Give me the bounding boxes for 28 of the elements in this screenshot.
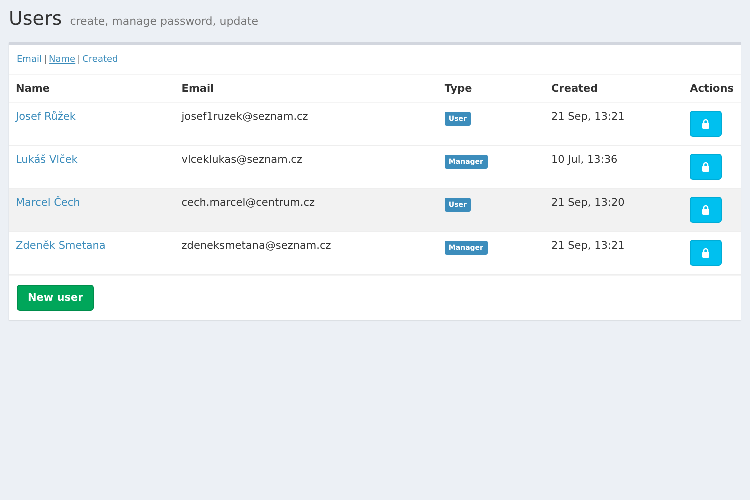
separator: | xyxy=(78,55,81,65)
user-name-link[interactable]: Marcel Čech xyxy=(16,197,80,209)
separator: | xyxy=(44,55,48,65)
created-cell: 21 Sep, 13:21 xyxy=(544,232,684,274)
sort-link[interactable]: Created xyxy=(82,55,118,65)
lock-icon xyxy=(702,248,710,258)
page-title: Users xyxy=(9,8,62,30)
email-cell: cech.marcel@centrum.cz xyxy=(174,188,438,232)
password-button[interactable] xyxy=(690,240,722,266)
new-user-button[interactable]: New user xyxy=(17,285,94,311)
lock-icon xyxy=(702,205,710,215)
password-button[interactable] xyxy=(690,197,722,223)
user-name-link[interactable]: Josef Růžek xyxy=(16,111,76,123)
email-cell: zdeneksmetana@seznam.cz xyxy=(174,232,438,274)
lock-icon xyxy=(702,162,710,172)
password-button[interactable] xyxy=(690,111,722,137)
sort-link[interactable]: Name xyxy=(49,55,76,65)
lock-icon xyxy=(702,119,710,129)
email-cell: josef1ruzek@seznam.cz xyxy=(174,102,438,146)
page-subtitle: create, manage password, update xyxy=(70,15,259,28)
created-cell: 21 Sep, 13:21 xyxy=(544,102,684,146)
password-button[interactable] xyxy=(690,154,722,180)
user-name-link[interactable]: Zdeněk Smetana xyxy=(16,240,106,252)
user-name-link[interactable]: Lukáš Vlček xyxy=(16,154,78,166)
created-cell: 21 Sep, 13:20 xyxy=(544,188,684,232)
email-cell: vlceklukas@seznam.cz xyxy=(174,146,438,188)
sort-link[interactable]: Email xyxy=(17,55,42,65)
created-cell: 10 Jul, 13:36 xyxy=(544,146,684,188)
